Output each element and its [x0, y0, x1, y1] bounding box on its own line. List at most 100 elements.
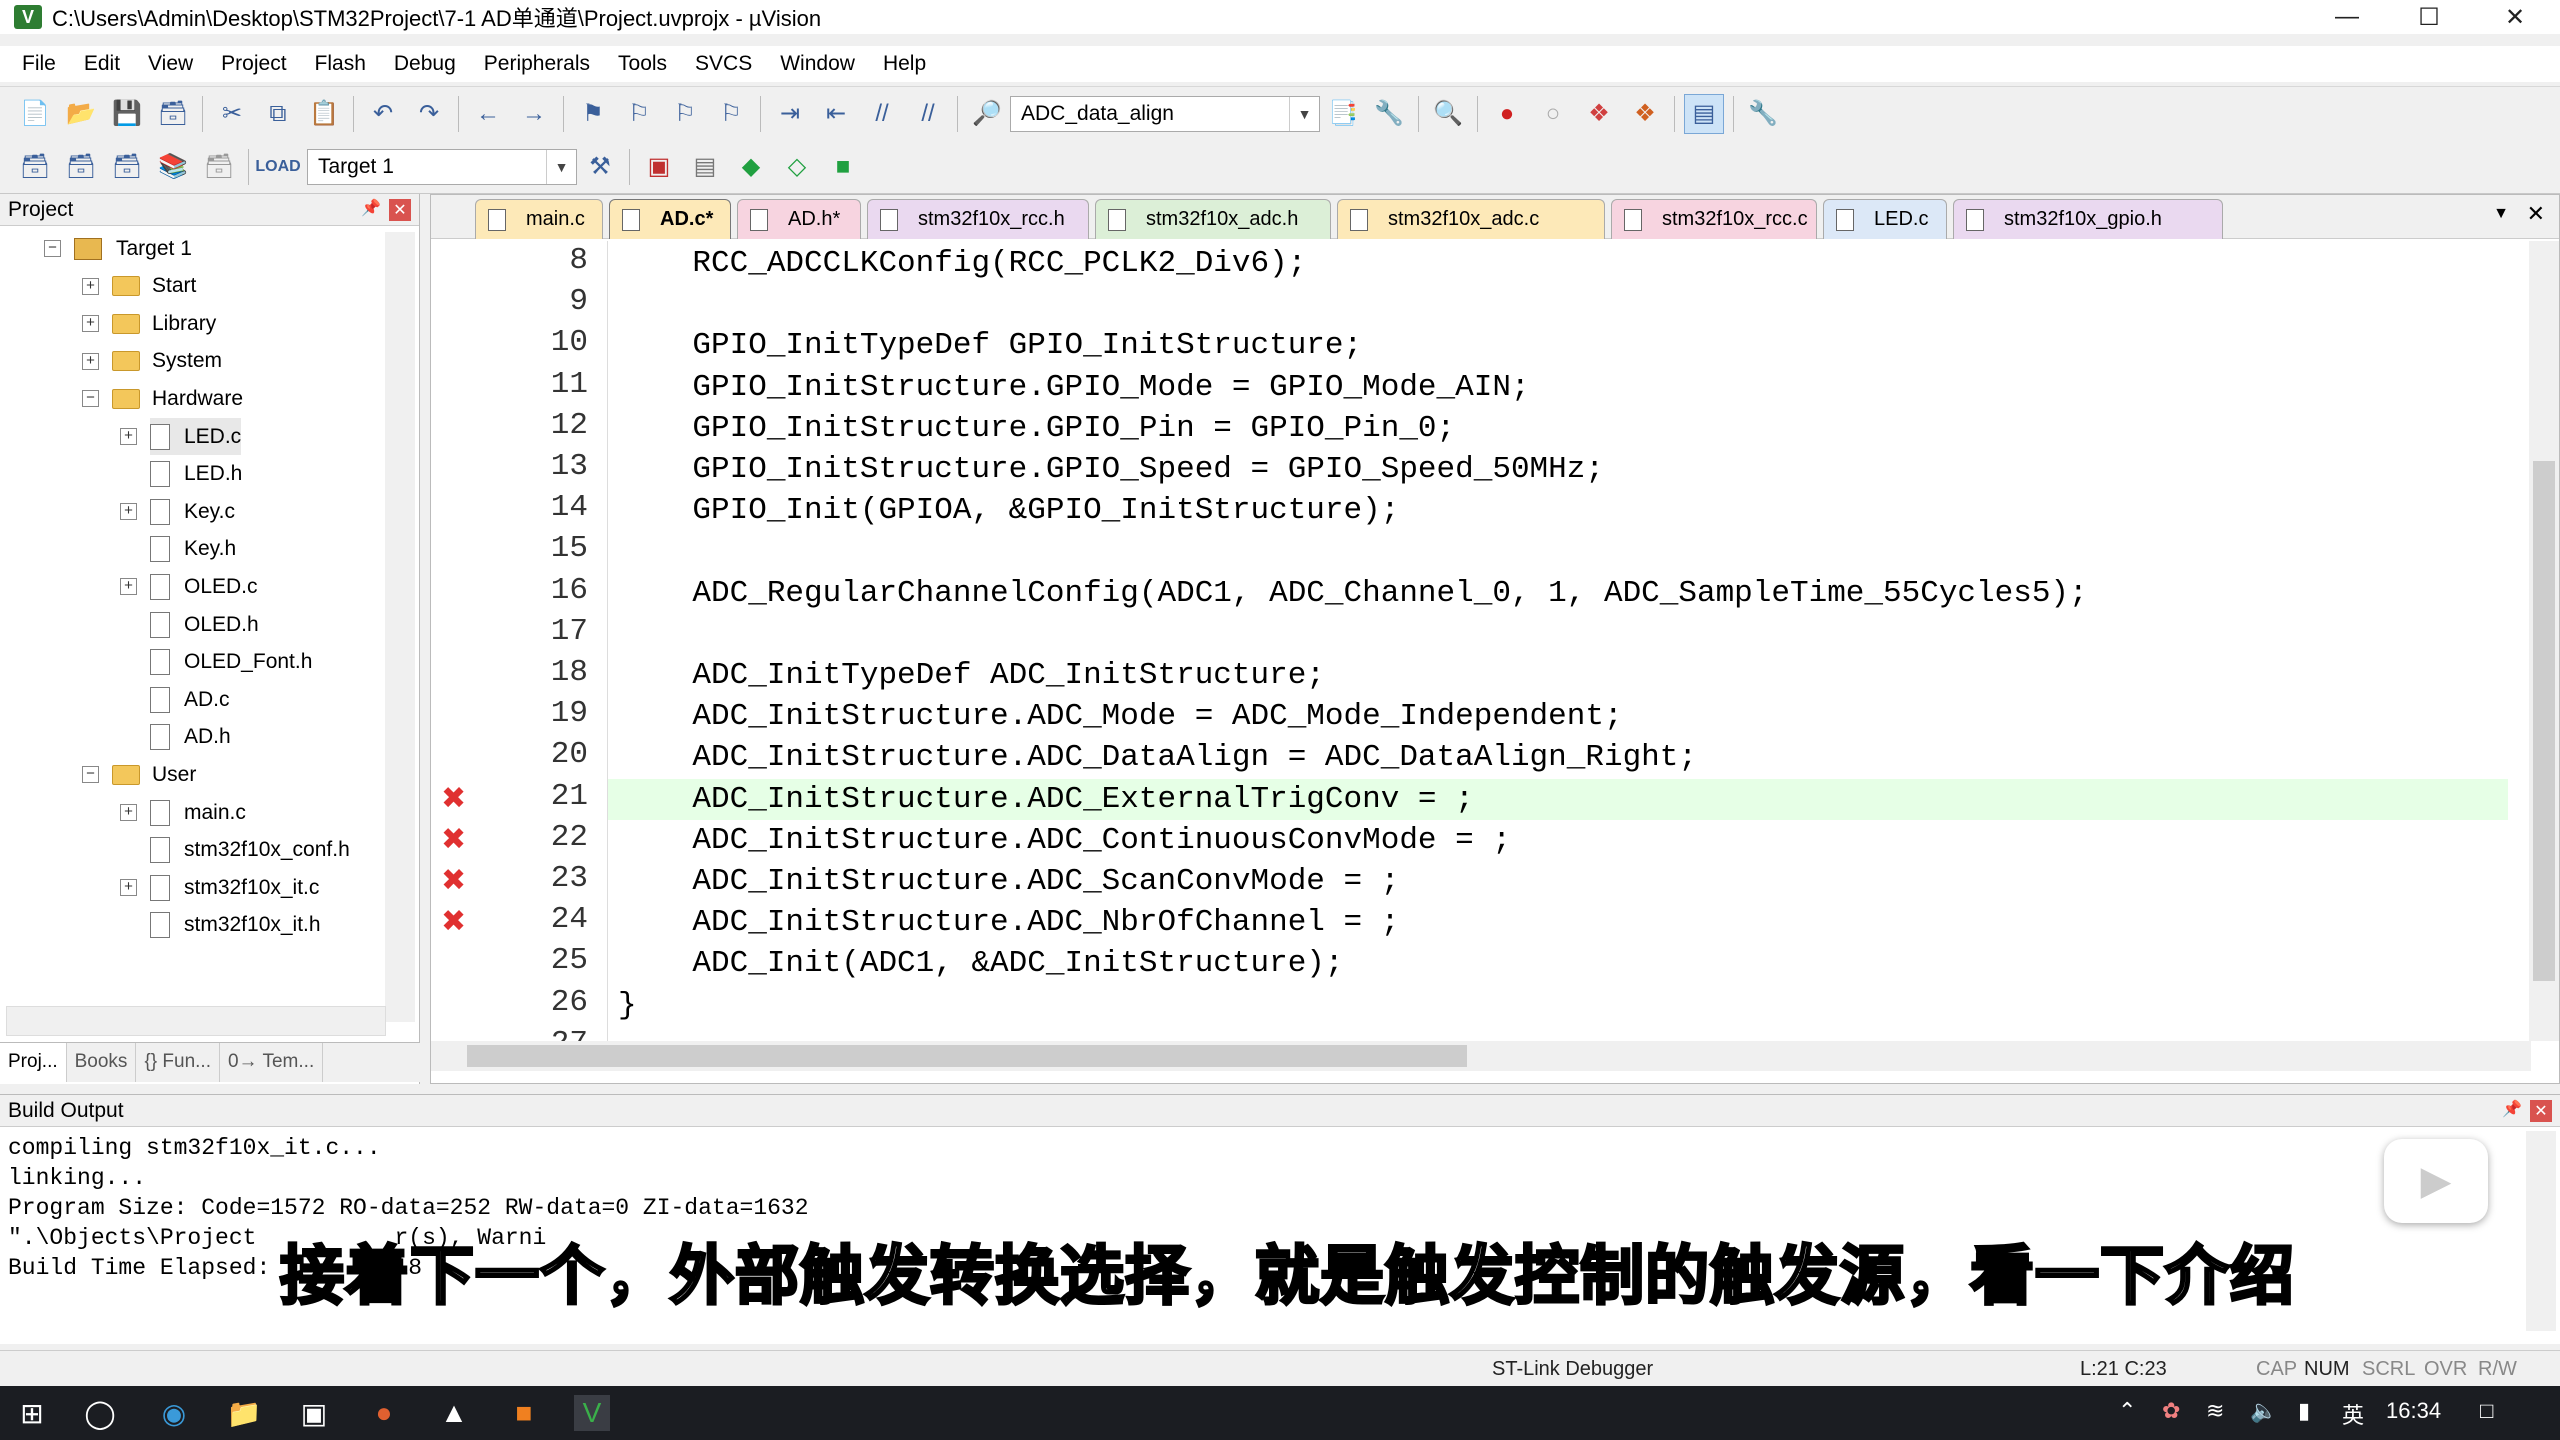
error-marker-icon[interactable]: ✖: [441, 904, 466, 939]
comment-icon[interactable]: //: [862, 94, 902, 134]
uvision-taskbar-icon[interactable]: V: [574, 1395, 610, 1431]
tray-app-icon[interactable]: ✿: [2162, 1398, 2180, 1424]
tree-expander-icon[interactable]: +: [120, 879, 137, 897]
error-marker-icon[interactable]: ✖: [441, 781, 466, 816]
find-icon[interactable]: 🔧: [1369, 94, 1409, 134]
tree-expander-icon[interactable]: +: [120, 428, 137, 445]
tab-stm32f10x-rcc-h[interactable]: stm32f10x_rcc.h: [867, 199, 1089, 239]
menu-debug[interactable]: Debug: [380, 52, 470, 76]
ime-indicator[interactable]: 英: [2342, 1398, 2364, 1430]
unindent-icon[interactable]: ⇤: [816, 94, 856, 134]
window-layout-icon[interactable]: ▤: [1684, 93, 1724, 134]
tray-expand-icon[interactable]: ⌃: [2118, 1398, 2136, 1424]
network-icon[interactable]: ≋: [2206, 1398, 2224, 1424]
menu-peripherals[interactable]: Peripherals: [470, 52, 604, 76]
tab-led-c[interactable]: LED.c: [1823, 199, 1947, 239]
close-button[interactable]: ✕: [2480, 0, 2550, 34]
menu-view[interactable]: View: [134, 52, 207, 76]
target-combo[interactable]: Target 1 ▼: [307, 148, 577, 185]
manage-components-icon[interactable]: ▤: [685, 147, 725, 187]
panel-tab-0[interactable]: Proj...: [0, 1043, 67, 1082]
tree-item-ad-c[interactable]: AD.c: [150, 681, 230, 718]
tab-main-c[interactable]: main.c: [475, 199, 603, 239]
menu-flash[interactable]: Flash: [301, 52, 380, 76]
build-icon[interactable]: 🗃: [61, 147, 101, 187]
code-area[interactable]: RCC_ADCCLKConfig(RCC_PCLK2_Div6); GPIO_I…: [607, 241, 2527, 1041]
error-marker-icon[interactable]: ✖: [441, 863, 466, 898]
tab-ad-c-[interactable]: AD.c*: [609, 199, 731, 239]
pack-installer-icon[interactable]: ◇: [777, 147, 817, 187]
disable-breakpoint-icon[interactable]: ○: [1533, 94, 1573, 134]
prev-bookmark-icon[interactable]: ⚐: [619, 94, 659, 134]
select-packs-icon[interactable]: ◆: [731, 147, 771, 187]
chevron-down-icon[interactable]: ▼: [1289, 96, 1319, 131]
pin-icon[interactable]: 📌: [361, 198, 381, 218]
manage-project-icon[interactable]: ▣: [639, 147, 679, 187]
powerpoint-icon[interactable]: ●: [366, 1395, 402, 1431]
tree-item-hardware[interactable]: − Hardware: [82, 380, 243, 417]
debug-session-icon[interactable]: 🔍: [1428, 94, 1468, 134]
uncomment-icon[interactable]: //: [908, 94, 948, 134]
clock[interactable]: 16:34: [2386, 1398, 2441, 1424]
tree-vertical-scrollbar[interactable]: [385, 232, 415, 1022]
open-file-icon[interactable]: 📂: [61, 94, 101, 134]
menu-file[interactable]: File: [8, 52, 70, 76]
find-combo[interactable]: ADC_data_align ▼: [1010, 95, 1320, 132]
tree-expander-icon[interactable]: +: [120, 578, 137, 596]
navigate-forward-icon[interactable]: →: [514, 94, 554, 134]
close-panel-icon[interactable]: ✕: [389, 199, 411, 221]
tree-item-oled-h[interactable]: OLED.h: [150, 606, 259, 643]
tab-stm32f10x-adc-h[interactable]: stm32f10x_adc.h: [1095, 199, 1331, 239]
tab-stm32f10x-gpio-h[interactable]: stm32f10x_gpio.h: [1953, 199, 2223, 239]
tree-item-library[interactable]: + Library: [82, 305, 216, 342]
battery-icon[interactable]: ▮: [2298, 1398, 2310, 1424]
editor-horizontal-scrollbar[interactable]: [431, 1041, 2531, 1071]
undo-icon[interactable]: ↶: [363, 94, 403, 134]
tree-expander-icon[interactable]: +: [82, 352, 99, 370]
find-in-files-icon[interactable]: 🔎: [967, 94, 1007, 134]
tree-item-ad-h[interactable]: AD.h: [150, 719, 231, 756]
tree-item-user[interactable]: − User: [82, 756, 196, 793]
configure-icon[interactable]: 🔧: [1743, 94, 1783, 134]
pin-icon[interactable]: 📌: [2502, 1099, 2522, 1119]
menu-svcs[interactable]: SVCS: [681, 52, 766, 76]
tree-expander-icon[interactable]: −: [82, 390, 99, 408]
cut-icon[interactable]: ✂: [212, 94, 252, 134]
file-explorer-icon[interactable]: 📁: [226, 1395, 262, 1431]
indent-icon[interactable]: ⇥: [770, 94, 810, 134]
translate-icon[interactable]: 🗃: [15, 147, 55, 187]
tree-expander-icon[interactable]: +: [120, 503, 137, 521]
new-file-icon[interactable]: 📄: [15, 94, 55, 134]
edge-browser-icon[interactable]: ◉: [156, 1395, 192, 1431]
volume-icon[interactable]: 🔈: [2250, 1398, 2277, 1424]
menu-edit[interactable]: Edit: [70, 52, 134, 76]
tree-expander-icon[interactable]: −: [82, 766, 99, 784]
photos-icon[interactable]: ▲: [436, 1395, 472, 1431]
paste-icon[interactable]: 📋: [304, 94, 344, 134]
panel-tab-3[interactable]: 0→ Tem...: [220, 1043, 324, 1082]
menu-window[interactable]: Window: [766, 52, 869, 76]
breakpoint-icon[interactable]: ●: [1487, 94, 1527, 134]
menu-help[interactable]: Help: [869, 52, 940, 76]
tree-item-stm32f10x-it-h[interactable]: stm32f10x_it.h: [150, 907, 321, 944]
close-tab-icon[interactable]: ✕: [2527, 201, 2545, 227]
tree-item-oled-font-h[interactable]: OLED_Font.h: [150, 644, 312, 681]
sublime-text-icon[interactable]: ■: [506, 1395, 542, 1431]
tab-stm32f10x-rcc-c[interactable]: stm32f10x_rcc.c: [1611, 199, 1817, 239]
notification-icon[interactable]: □: [2480, 1398, 2493, 1424]
incremental-find-icon[interactable]: 📑: [1323, 94, 1363, 134]
menu-project[interactable]: Project: [207, 52, 300, 76]
kill-all-breakpoints-icon[interactable]: ❖: [1625, 94, 1665, 134]
run-time-env-icon[interactable]: ■: [823, 147, 863, 187]
panel-tab-1[interactable]: Books: [67, 1043, 137, 1082]
build-output-scrollbar[interactable]: [2526, 1131, 2556, 1331]
tree-item-led-h[interactable]: LED.h: [150, 456, 242, 493]
chevron-down-icon[interactable]: ▼: [546, 149, 576, 184]
tree-item-stm32f10x-conf-h[interactable]: stm32f10x_conf.h: [150, 832, 350, 869]
minimize-button[interactable]: —: [2312, 0, 2382, 34]
next-bookmark-icon[interactable]: ⚐: [665, 94, 705, 134]
rebuild-icon[interactable]: 🗃: [107, 147, 147, 187]
save-all-icon[interactable]: 🗃: [153, 94, 193, 134]
tree-item-main-c[interactable]: + main.c: [120, 794, 246, 831]
video-play-button[interactable]: ▶: [2384, 1139, 2488, 1223]
